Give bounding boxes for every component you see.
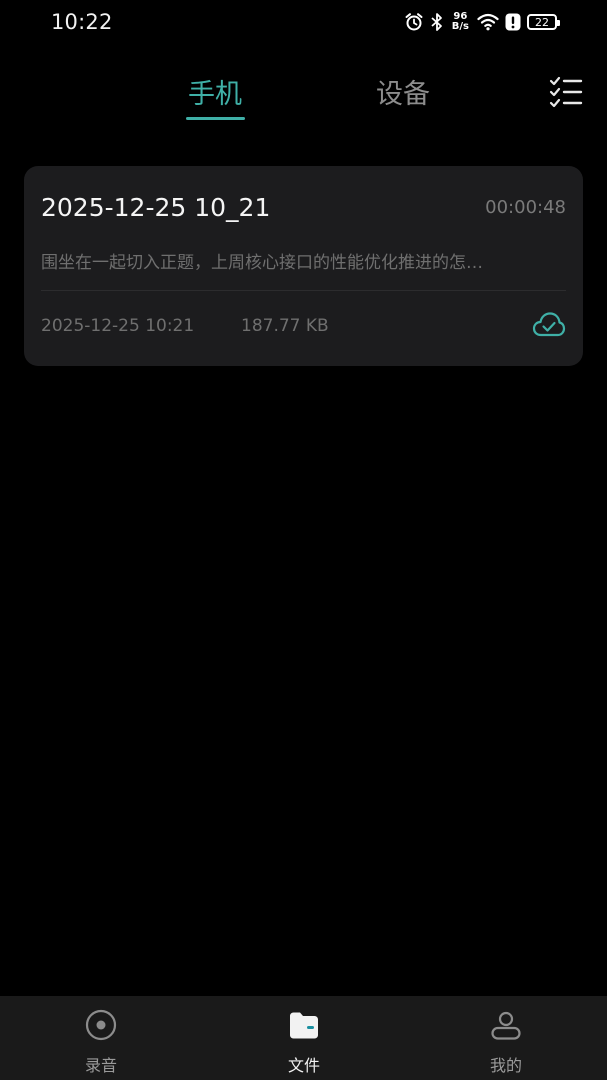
recording-title: 2025-12-25 10_21 (41, 193, 271, 222)
nav-label-mine: 我的 (489, 1056, 522, 1075)
alarm-icon (404, 12, 424, 32)
recording-card[interactable]: 2025-12-25 10_21 00:00:48 围坐在一起切入正题，上周核心… (24, 166, 583, 366)
nav-label-record: 录音 (84, 1056, 117, 1075)
nav-item-record[interactable]: 录音 (41, 996, 161, 1080)
folder-icon (290, 1012, 318, 1039)
tab-active-indicator (186, 117, 245, 120)
nav-label-files: 文件 (287, 1056, 320, 1075)
wifi-icon (477, 13, 499, 31)
net-speed: 96 B/s (452, 12, 469, 32)
card-divider (41, 290, 566, 291)
status-bar: 10:22 96 B/s 22 (0, 0, 607, 44)
bottom-nav: 录音 文件 我的 (0, 996, 607, 1080)
status-time: 10:22 (51, 10, 113, 34)
battery-icon: 22 (527, 14, 560, 30)
checklist-icon (549, 76, 583, 108)
recording-summary: 围坐在一起切入正题，上周核心接口的性能优化推进的怎… (41, 253, 483, 273)
recording-duration: 00:00:48 (485, 197, 566, 218)
tab-phone[interactable]: 手机 (188, 72, 242, 111)
recording-date: 2025-12-25 10:21 (41, 316, 195, 336)
net-speed-unit: B/s (451, 21, 469, 32)
nav-item-files[interactable]: 文件 (244, 996, 364, 1080)
status-icons: 96 B/s 22 (404, 8, 560, 36)
alert-icon (505, 13, 521, 31)
record-icon (85, 1009, 117, 1041)
battery-level: 22 (535, 15, 549, 29)
recording-size: 187.77 KB (241, 316, 329, 336)
nav-item-mine[interactable]: 我的 (446, 996, 566, 1080)
cloud-check-icon[interactable] (532, 310, 566, 340)
profile-icon (491, 1011, 521, 1040)
bluetooth-icon (430, 12, 444, 32)
checklist-button[interactable] (549, 76, 583, 108)
top-tabs: 手机 设备 (0, 68, 607, 128)
tab-device[interactable]: 设备 (376, 72, 430, 111)
